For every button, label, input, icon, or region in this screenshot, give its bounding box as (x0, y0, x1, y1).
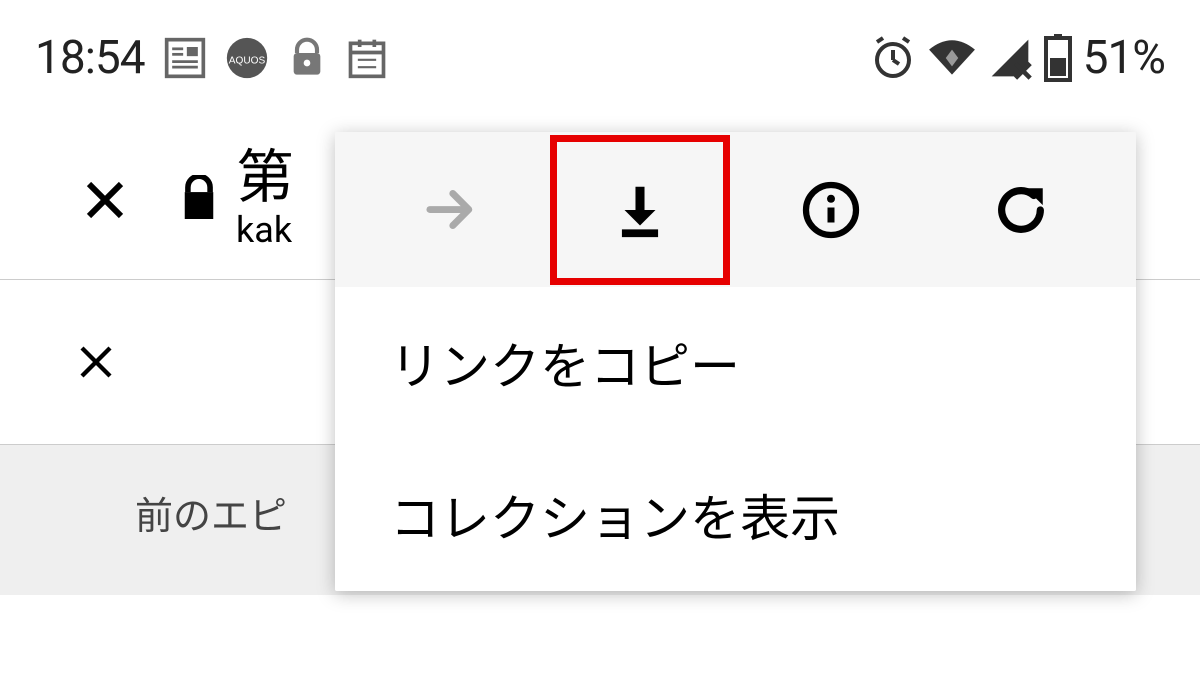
forward-button[interactable] (360, 135, 540, 285)
refresh-button[interactable] (931, 135, 1111, 285)
dropdown-icon-row (335, 132, 1136, 287)
dropdown-menu: リンクをコピー コレクションを表示 (335, 132, 1136, 591)
menu-item-list: リンクをコピー コレクションを表示 (335, 287, 1136, 591)
forward-icon (418, 182, 483, 237)
download-button[interactable] (550, 135, 730, 285)
cell-signal-icon (987, 36, 1033, 80)
aquos-icon: AQUOS (225, 36, 269, 80)
status-bar: 18:54 AQUOS 51% (0, 0, 1200, 120)
download-icon (609, 179, 671, 241)
close-button[interactable] (75, 170, 135, 230)
status-right: 51% (869, 31, 1165, 85)
wifi-icon (927, 36, 977, 80)
menu-item-copy-link[interactable]: リンクをコピー (335, 287, 1136, 439)
close-button-secondary[interactable] (75, 341, 117, 383)
refresh-icon (992, 181, 1050, 239)
calendar-icon (345, 36, 389, 80)
info-icon (801, 180, 861, 240)
title-stack: 第 kak (236, 149, 294, 251)
battery-icon (1043, 34, 1073, 82)
info-button[interactable] (741, 135, 921, 285)
status-left: 18:54 AQUOS (35, 31, 389, 85)
menu-item-view-collection[interactable]: コレクションを表示 (335, 439, 1136, 591)
status-time: 18:54 (35, 31, 145, 85)
svg-text:AQUOS: AQUOS (228, 55, 265, 66)
alarm-icon (869, 34, 917, 82)
lock-icon (180, 175, 218, 225)
battery-percentage: 51% (1083, 31, 1165, 85)
lock-notification-icon (287, 36, 327, 80)
page-subtitle: kak (236, 209, 294, 251)
page-title: 第 (236, 149, 294, 207)
life-news-icon (163, 36, 207, 80)
